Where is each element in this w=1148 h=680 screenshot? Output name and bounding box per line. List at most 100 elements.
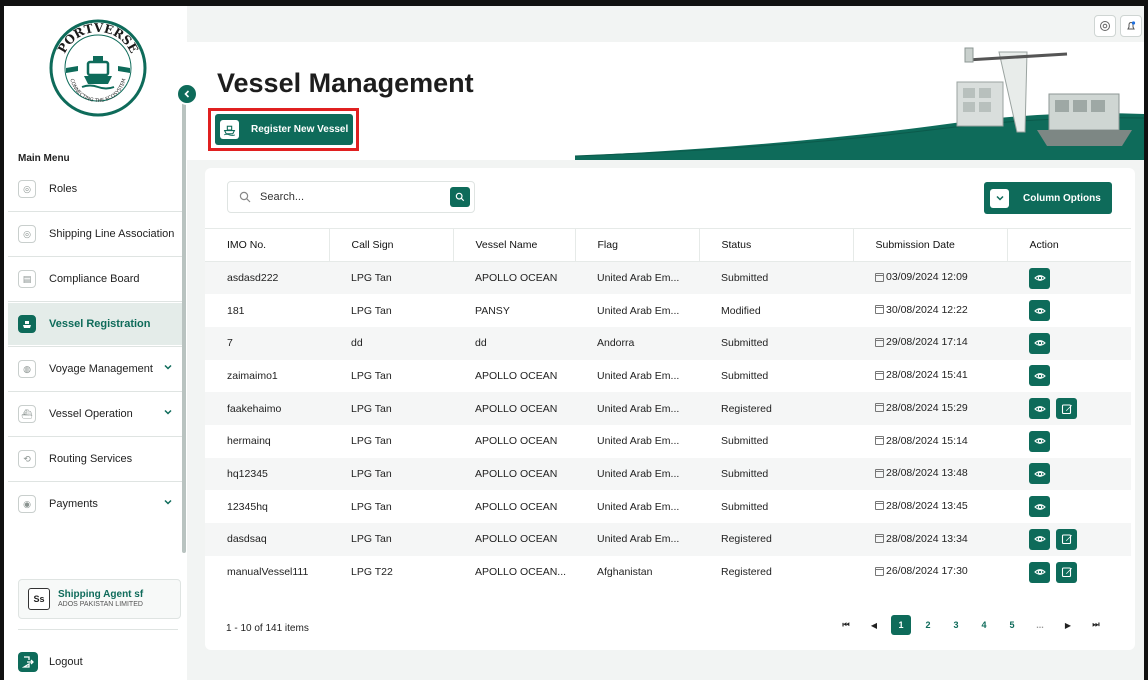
table-header-row: IMO No. Call Sign Vessel Name Flag Statu… — [205, 228, 1131, 262]
cell-flag: United Arab Em... — [575, 392, 699, 425]
sidebar-item-label: Shipping Line Association — [49, 228, 175, 240]
date-text: 28/08/2024 13:45 — [886, 499, 968, 512]
cell-flag: United Arab Em... — [575, 261, 699, 295]
next-page-icon[interactable]: ▶ — [1057, 614, 1079, 636]
view-button[interactable] — [1029, 332, 1050, 354]
view-button[interactable] — [1029, 463, 1050, 485]
column-header-imo[interactable]: IMO No. — [205, 228, 329, 262]
table-row[interactable]: 7 dd dd Andorra Submitted 29/08/2024 17:14 — [205, 326, 1131, 360]
cell-call-sign: LPG Tan — [329, 523, 453, 556]
eye-icon — [1033, 435, 1046, 447]
association-icon: ◎ — [18, 225, 36, 243]
edit-button[interactable] — [1056, 561, 1077, 583]
view-button[interactable] — [1029, 430, 1050, 452]
table-row[interactable]: manualVessel111 LPG T22 APOLLO OCEAN... Afg… — [205, 556, 1131, 589]
column-options-label: Column Options — [1023, 192, 1101, 204]
page-button[interactable]: 1 — [891, 615, 911, 635]
column-header-vessel-name[interactable]: Vessel Name — [452, 228, 575, 262]
cell-vessel-name: APOLLO OCEAN — [453, 261, 575, 295]
view-button[interactable] — [1029, 365, 1050, 387]
table-row[interactable]: 12345hq LPG Tan APOLLO OCEAN United Arab Em… — [205, 490, 1131, 523]
date-text: 30/08/2024 12:22 — [886, 303, 968, 316]
eye-icon — [1033, 370, 1046, 382]
logout-button[interactable]: Logout — [18, 652, 83, 672]
eye-icon — [1033, 468, 1046, 480]
page-ellipsis[interactable]: ... — [1029, 614, 1051, 636]
cell-submission-date: 28/08/2024 15:41 — [853, 360, 1007, 393]
edit-button[interactable] — [1056, 528, 1077, 550]
date-text: 28/08/2024 15:41 — [886, 369, 968, 382]
sidebar-item-label: Voyage Management — [49, 363, 153, 375]
page-button[interactable]: 2 — [917, 614, 939, 636]
sidebar-item-voyage-management[interactable]: ◍ Voyage Management — [8, 348, 183, 390]
view-button[interactable] — [1029, 528, 1050, 550]
edit-button[interactable] — [1056, 398, 1077, 420]
search-input[interactable] — [260, 191, 430, 203]
sidebar-item-label: Vessel Operation — [49, 408, 133, 420]
cell-submission-date: 28/08/2024 15:14 — [853, 425, 1007, 458]
sidebar-item-shipping-line-association[interactable]: ◎ Shipping Line Association — [8, 213, 183, 255]
notification-icon[interactable] — [1120, 15, 1142, 37]
sidebar-item-roles[interactable]: ◎ Roles — [8, 168, 183, 210]
cell-imo: asdasd222 — [205, 261, 329, 295]
eye-icon — [1033, 566, 1046, 578]
column-header-status[interactable]: Status — [698, 228, 853, 262]
chevron-left-icon — [184, 90, 190, 98]
chevron-down-icon[interactable] — [163, 407, 173, 420]
cell-flag: United Arab Em... — [575, 523, 699, 556]
cell-imo: dasdsaq — [205, 523, 329, 556]
logout-label: Logout — [49, 656, 83, 668]
table-row[interactable]: asdasd222 LPG Tan APOLLO OCEAN United Arab … — [205, 261, 1131, 295]
cell-status: Submitted — [699, 261, 853, 295]
view-button[interactable] — [1029, 267, 1050, 289]
menu-heading: Main Menu — [18, 153, 70, 164]
cell-action — [1007, 360, 1131, 393]
chevron-down-icon[interactable] — [163, 362, 173, 375]
table-row[interactable]: hq12345 LPG Tan APOLLO OCEAN United Arab Em… — [205, 457, 1131, 491]
user-profile-card[interactable]: Ss Shipping Agent sf ADOS PAKISTAN LIMIT… — [18, 579, 181, 619]
column-header-call-sign[interactable]: Call Sign — [328, 228, 453, 262]
cell-action — [1007, 425, 1131, 458]
sidebar-item-label: Compliance Board — [49, 273, 140, 285]
column-header-flag[interactable]: Flag — [574, 228, 699, 262]
table-row[interactable]: faakehaimo LPG Tan APOLLO OCEAN United Arab… — [205, 392, 1131, 425]
collapse-sidebar-button[interactable] — [176, 83, 198, 105]
page-button[interactable]: 3 — [945, 614, 967, 636]
sidebar-item-vessel-operation[interactable]: ⛴ Vessel Operation — [8, 393, 183, 435]
edit-icon — [1061, 533, 1073, 545]
column-header-submission-date[interactable]: Submission Date — [852, 228, 1007, 262]
logout-icon — [18, 652, 38, 672]
calendar-icon — [875, 566, 884, 576]
page-button[interactable]: 5 — [1001, 614, 1023, 636]
page-button[interactable]: 4 — [973, 614, 995, 636]
table-row[interactable]: dasdsaq LPG Tan APOLLO OCEAN United Arab Em… — [205, 523, 1131, 556]
portverse-logo[interactable]: PORTVERSE CONNECTING THE ECOSYSTEM — [48, 18, 148, 118]
sidebar-item-vessel-registration[interactable]: Vessel Registration — [8, 303, 183, 345]
search-button[interactable] — [450, 187, 470, 207]
eye-icon — [1033, 533, 1046, 545]
view-button[interactable] — [1029, 300, 1050, 322]
sidebar-scrollbar[interactable] — [182, 88, 186, 553]
prev-page-icon[interactable]: ◀ — [863, 614, 885, 636]
sidebar-item-compliance-board[interactable]: ▤ Compliance Board — [8, 258, 183, 300]
last-page-icon[interactable]: ⏭ — [1085, 614, 1107, 636]
table-row[interactable]: zaimaimo1 LPG Tan APOLLO OCEAN United Arab … — [205, 360, 1131, 393]
table-row[interactable]: hermainq LPG Tan APOLLO OCEAN United Arab E… — [205, 425, 1131, 458]
date-text: 28/08/2024 13:34 — [886, 532, 968, 545]
view-button[interactable] — [1029, 561, 1050, 583]
ship-icon — [18, 315, 36, 333]
view-button[interactable] — [1029, 398, 1050, 420]
table-row[interactable]: 181 LPG Tan PANSY United Arab Em... Modified… — [205, 294, 1131, 327]
sidebar-item-label: Vessel Registration — [49, 318, 151, 330]
chevron-down-icon[interactable] — [163, 497, 173, 510]
sidebar-item-routing-services[interactable]: ⟲ Routing Services — [8, 438, 183, 480]
search-box[interactable] — [227, 181, 475, 213]
sidebar-item-payments[interactable]: ◉ Payments — [8, 483, 183, 525]
view-button[interactable] — [1029, 496, 1050, 518]
column-options-button[interactable]: Column Options — [984, 182, 1112, 214]
cell-vessel-name: APOLLO OCEAN — [453, 457, 575, 491]
first-page-icon[interactable]: ⏮ — [835, 614, 857, 636]
divider — [8, 301, 184, 302]
cell-flag: Andorra — [575, 326, 699, 360]
settings-icon[interactable] — [1094, 15, 1116, 37]
